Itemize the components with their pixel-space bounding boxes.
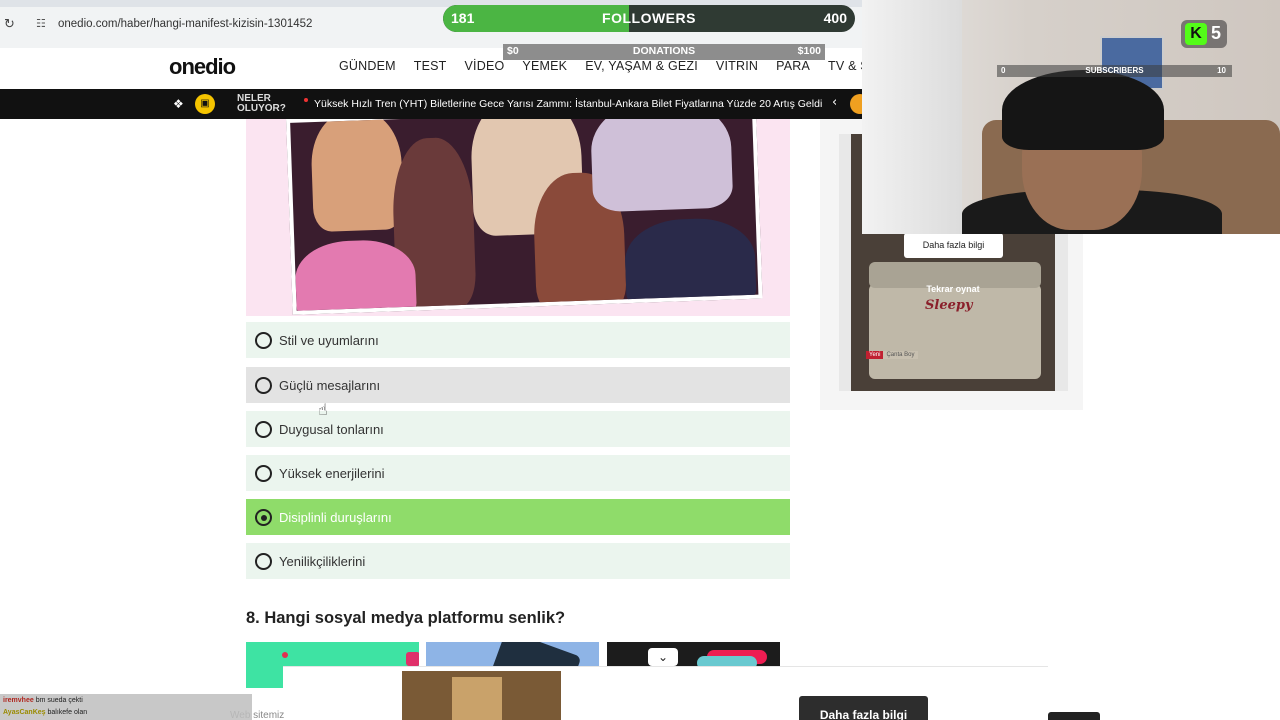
chat-username: iremvhee bbox=[3, 697, 34, 704]
quiz-option-label: Yüksek enerjilerini bbox=[279, 466, 385, 481]
quiz-option-label: Güçlü mesajlarını bbox=[279, 378, 381, 393]
subscribers-goal-bar: 0 SUBSCRIBERS 10 bbox=[997, 65, 1232, 77]
ticker-dot bbox=[304, 98, 308, 102]
ticker-headline[interactable]: Yüksek Hızlı Tren (YHT) Biletlerine Gece… bbox=[314, 98, 822, 110]
bottom-ad-banner: Daha fazla bilgi bbox=[283, 666, 1048, 720]
radio-button[interactable] bbox=[255, 465, 272, 482]
hand-cursor-icon: ☝ bbox=[318, 400, 328, 419]
quiz-option-label: Disiplinli duruşlarını bbox=[279, 510, 392, 525]
donations-goal-bar: $0 DONATIONS $100 bbox=[503, 44, 825, 60]
url-text[interactable]: onedio.com/haber/hangi-manifest-kizisin-… bbox=[58, 18, 312, 30]
nav-item-video[interactable]: VİDEO bbox=[465, 59, 505, 73]
sidebar-ad-info-button[interactable]: Daha fazla bilgi bbox=[904, 233, 1003, 258]
radio-button[interactable] bbox=[255, 332, 272, 349]
nav-item-ev-yasam-gezi[interactable]: EV, YAŞAM & GEZİ bbox=[585, 59, 698, 73]
quiz-option-label: Stil ve uyumlarını bbox=[279, 333, 379, 348]
kick-viewer-badge: K 5 bbox=[1181, 20, 1227, 48]
chat-text: balıkefe olan bbox=[47, 709, 88, 716]
quiz-option-label: Duygusal tonlarını bbox=[279, 422, 384, 437]
news-ticker: ❖ ▣ NELER OLUYOR? Yüksek Hızlı Tren (YHT… bbox=[0, 89, 870, 119]
nav-item-gundem[interactable]: GÜNDEM bbox=[339, 59, 396, 73]
quiz-option[interactable]: Yenilikçiliklerini bbox=[246, 543, 790, 579]
ticker-label: NELER OLUYOR? bbox=[237, 93, 286, 114]
quiz-option-selected[interactable]: Disiplinli duruşlarını bbox=[246, 499, 790, 535]
chat-message: AyasCanKeş balıkefe olan bbox=[3, 709, 87, 716]
quiz-option[interactable]: Yüksek enerjilerini bbox=[246, 455, 790, 491]
article-image-frame bbox=[246, 119, 790, 316]
radio-button[interactable] bbox=[255, 553, 272, 570]
quiz-option[interactable]: Stil ve uyumlarını bbox=[246, 322, 790, 358]
kick-logo-icon: K bbox=[1185, 23, 1207, 45]
bottom-tab[interactable] bbox=[1048, 712, 1100, 720]
video-icon[interactable]: ▣ bbox=[195, 94, 215, 114]
article-photo bbox=[286, 119, 763, 315]
chat-text: bm sueda çekti bbox=[35, 697, 83, 704]
bottom-ad-cta-button[interactable]: Daha fazla bilgi bbox=[799, 696, 928, 720]
grid-icon[interactable]: ❖ bbox=[173, 97, 184, 111]
quiz-option-label: Yenilikçiliklerini bbox=[279, 554, 366, 569]
chevron-left-icon[interactable]: ‹ bbox=[832, 95, 837, 110]
ad-video[interactable] bbox=[402, 671, 561, 720]
quiz-option[interactable]: Güçlü mesajlarını bbox=[246, 367, 790, 403]
nav-item-test[interactable]: TEST bbox=[414, 59, 447, 73]
tag-bag: Çanta Boy bbox=[883, 351, 918, 359]
replay-button[interactable]: Tekrar oynat bbox=[851, 284, 1055, 294]
followers-title: FOLLOWERS bbox=[602, 10, 696, 26]
followers-goal-bar: 181 FOLLOWERS 400 bbox=[443, 5, 855, 32]
donations-title: DONATIONS bbox=[632, 45, 696, 57]
chat-message: iremvhee bm sueda çekti bbox=[3, 697, 83, 704]
site-info-icon[interactable]: ☷ bbox=[36, 17, 46, 30]
chat-overlay: iremvhee bm sueda çekti AyasCanKeş balık… bbox=[0, 694, 252, 720]
reload-icon[interactable]: ↻ bbox=[4, 17, 15, 32]
site-logo[interactable]: onedio bbox=[169, 54, 236, 80]
donations-goal: $100 bbox=[797, 45, 821, 57]
nav-item-yemek[interactable]: YEMEK bbox=[522, 59, 567, 73]
subscribers-title: SUBSCRIBERS bbox=[1085, 66, 1144, 75]
subscribers-goal: 10 bbox=[1217, 66, 1226, 75]
question-title: 8. Hangi sosyal medya platformu senlik? bbox=[246, 609, 566, 627]
product-tags: Yeni Çanta Boy bbox=[866, 351, 918, 359]
kick-viewer-count: 5 bbox=[1211, 23, 1222, 43]
screen: ↻ ☷ onedio.com/haber/hangi-manifest-kizi… bbox=[0, 0, 1280, 720]
main-nav: GÜNDEM TEST VİDEO YEMEK EV, YAŞAM & GEZİ… bbox=[339, 59, 927, 73]
radio-button[interactable] bbox=[255, 421, 272, 438]
brand-logo: Sleepy bbox=[925, 298, 973, 313]
radio-button-checked[interactable] bbox=[255, 509, 272, 526]
nav-item-para[interactable]: PARA bbox=[776, 59, 810, 73]
radio-button[interactable] bbox=[255, 377, 272, 394]
tag-new: Yeni bbox=[866, 351, 884, 359]
chevron-down-icon[interactable]: ⌄ bbox=[648, 648, 678, 666]
nav-item-vitrin[interactable]: VİTRİN bbox=[716, 59, 758, 73]
chat-username: AyasCanKeş bbox=[3, 709, 46, 716]
followers-goal: 400 bbox=[823, 10, 847, 26]
